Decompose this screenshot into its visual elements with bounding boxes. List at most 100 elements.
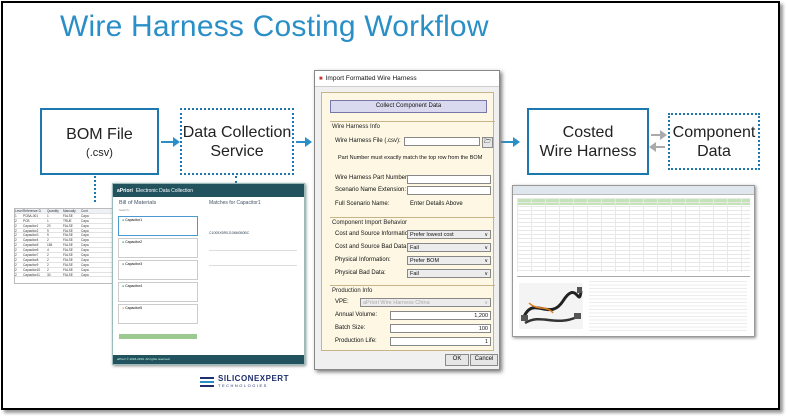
sheet-cell: PCBA-001 (23, 213, 39, 218)
vpe-select[interactable]: aPriori Wire Harness China (360, 298, 491, 307)
sheet-header-cont: Cont (81, 209, 88, 213)
sheet-cell: FALSE (63, 253, 73, 258)
progress-bar (119, 334, 197, 339)
divider-1 (330, 121, 495, 122)
bom-file-box: BOM File (.csv) (40, 108, 159, 175)
folder-icon[interactable]: 🗁 (482, 137, 493, 148)
sheet-cell: FALSE (63, 267, 73, 272)
ok-button[interactable]: OK (445, 354, 469, 366)
batch-size-label: Batch Size: (335, 325, 366, 331)
app-icon: ■ (319, 75, 323, 82)
costed-wire-harness-box: Costed Wire Harness (527, 108, 649, 175)
sheet-cell: 9 (47, 228, 49, 233)
sheet-cell: FALSE (63, 243, 73, 248)
sheet-cell: FALSE (63, 238, 73, 243)
sheet-cell: 2 (15, 218, 17, 223)
collect-component-data-button[interactable]: Collect Component Data (330, 100, 487, 113)
bom-card[interactable]: ● Capacitor5 (118, 304, 198, 324)
sheet-cell: 2 (15, 228, 17, 233)
bom-card[interactable]: ● Capacitor3 (118, 260, 198, 280)
sheet-cell: Capacitor11 (23, 272, 40, 277)
sheet-cell: Capa (81, 253, 89, 258)
sheet-cell: 9 (47, 233, 49, 238)
sheet-cell: 2 (47, 238, 49, 243)
sheet-header-level: Level (15, 209, 23, 213)
dialog-panel: Collect Component Data Wire Harness Info… (321, 92, 495, 351)
bom-card[interactable]: ● Capacitor2 (118, 238, 198, 258)
results-grid (517, 198, 750, 272)
scenario-extension-label: Scenario Name Extension: (335, 187, 407, 193)
sheet-cell: Capa (81, 238, 89, 243)
physical-info-label: Physical Information: (335, 257, 391, 263)
sheet-cell: FALSE (63, 248, 73, 253)
sheet-cell: Capacitor4 (23, 238, 39, 243)
cost-source-bad-select[interactable]: Fail (407, 243, 491, 252)
sheet-cell: Capacitor6 (23, 248, 39, 253)
apriori-app-title: Electronic Data Collection (135, 187, 194, 194)
arrow-component-to-costed (649, 142, 665, 152)
section-wire-harness-info: Wire Harness Info (332, 124, 381, 130)
sheet-cell: FALSE (63, 223, 73, 228)
sheet-cell: 1 (15, 213, 17, 218)
results-lower-panel (517, 276, 750, 333)
full-scenario-value: Enter Details Above (410, 201, 463, 207)
results-component-list (589, 281, 747, 331)
divider-2 (330, 217, 495, 218)
part-number-input[interactable] (407, 175, 491, 184)
logo-name: SILICONEXPERT (218, 374, 289, 383)
bom-card[interactable]: ● Capacitor4 (118, 282, 198, 302)
production-life-label: Production Life: (335, 338, 377, 344)
production-life-input[interactable]: 1 (390, 337, 491, 346)
sheet-cell: Capacitor1 (23, 223, 39, 228)
sheet-cell: Capacitor10 (23, 267, 41, 272)
part-number-note: Part Number must exactly match the top r… (338, 155, 483, 161)
match-part-number: C1005X5R0J106M050BC (209, 231, 250, 235)
annual-volume-label: Annual Volume: (335, 312, 378, 318)
sheet-cell: 2 (15, 248, 17, 253)
cost-source-info-label: Cost and Source Information: (335, 231, 414, 237)
sheet-cell: 165 (47, 243, 53, 248)
siliconexpert-logo-icon (200, 376, 214, 387)
sheet-header-quantity: Quantity (47, 209, 59, 213)
results-toolbar (513, 186, 754, 195)
sheet-cell: Capa (81, 272, 89, 277)
annual-volume-input[interactable]: 1,200 (390, 311, 491, 320)
cancel-button[interactable]: Cancel (470, 354, 498, 366)
sheet-cell: 2 (15, 262, 17, 267)
bom-heading: Bill of Materials (119, 200, 157, 206)
physical-info-select[interactable]: Prefer BOM (407, 256, 491, 265)
apriori-edc-window: aPriori Electronic Data Collection Bill … (112, 183, 305, 365)
wire-harness-file-input[interactable] (404, 137, 480, 146)
dcs-label-line1: Data Collection (182, 123, 292, 141)
sheet-cell: 2 (15, 272, 17, 277)
sheet-cell: Capa (81, 262, 89, 267)
sheet-header-manually: Manually (63, 209, 76, 213)
sheet-cell: Capa (81, 233, 89, 238)
scenario-extension-input[interactable] (407, 186, 491, 195)
sheet-cell: 2 (47, 262, 49, 267)
sheet-cell: 2 (47, 267, 49, 272)
sheet-cell: Capacitor3 (23, 233, 39, 238)
sheet-cell: Capacitor7 (23, 253, 39, 258)
sheet-cell: 20 (47, 223, 51, 228)
bom-card-label: Capacitor1 (125, 218, 143, 222)
sheet-cell: 2 (15, 257, 17, 262)
bom-search[interactable]: Search... (119, 208, 131, 212)
sheet-cell: FALSE (63, 213, 73, 218)
batch-size-input[interactable]: 100 (390, 324, 491, 333)
sheet-cell: Capa (81, 228, 89, 233)
data-collection-service-box: Data Collection Service (180, 108, 294, 175)
full-scenario-label: Full Scenario Name: (335, 201, 390, 207)
arrow-dcs-to-dialog (296, 137, 312, 147)
sheet-row: 2 Capacitor11 30 FALSE Capa (15, 273, 125, 278)
costed-results-thumbnail (512, 185, 755, 337)
sheet-cell: 4 (47, 248, 49, 253)
component-label-line2: Data (697, 142, 731, 160)
cost-source-info-select[interactable]: Prefer lowest cost (407, 230, 491, 239)
bom-spreadsheet-thumbnail: LevelReference D Quantity Manually Cont 1 PC… (14, 208, 126, 284)
physical-bad-select[interactable]: Fail (407, 269, 491, 278)
bom-card[interactable]: ● Capacitor1 (118, 216, 198, 236)
sheet-cell: 2 (15, 223, 17, 228)
sheet-cell: Capa (81, 257, 89, 262)
sheet-cell: Capacitor9 (23, 262, 39, 267)
